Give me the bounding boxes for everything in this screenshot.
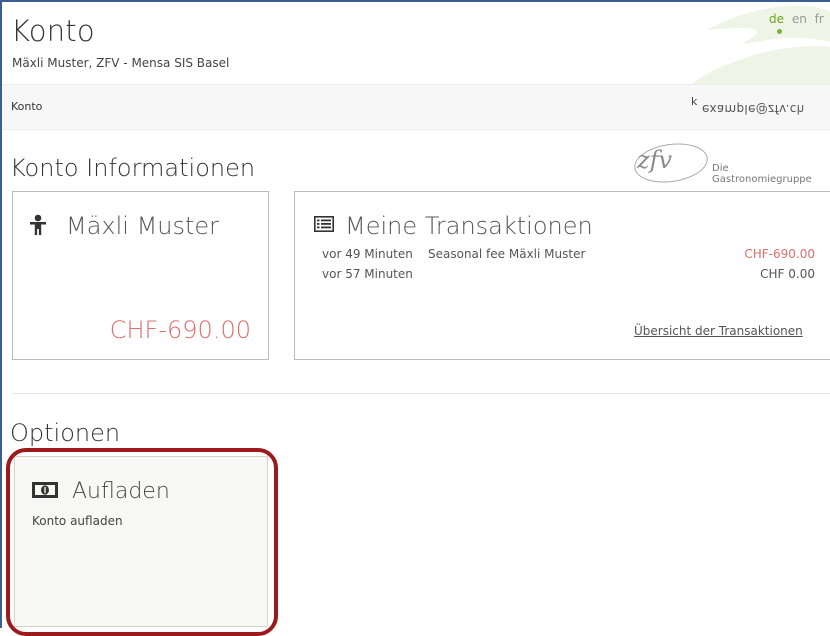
balance-amount: CHF-690.00 (109, 316, 251, 344)
section-divider (12, 393, 830, 394)
decorative-swoosh-logo (692, 5, 830, 84)
transactions-card: Meine Transaktionen vor 49 Minuten Seaso… (294, 191, 830, 360)
page-title: Konto (11, 14, 95, 48)
page-subtitle: Mäxli Muster, ZFV - Mensa SIS Basel (12, 56, 230, 70)
user-menu-prefix[interactable]: k (691, 95, 697, 108)
transaction-time: vor 57 Minuten (322, 267, 413, 281)
person-icon (28, 214, 48, 240)
user-email-mirrored[interactable]: example@zfv.ch (702, 102, 805, 116)
zfv-logo: zfv (637, 146, 673, 174)
account-info-heading: Konto Informationen (10, 154, 256, 182)
options-heading: Optionen (10, 419, 121, 447)
language-switcher: de en fr (769, 12, 828, 26)
user-balance-card: Mäxli Muster CHF-690.00 (12, 191, 269, 360)
list-icon (314, 216, 334, 236)
language-de-link[interactable]: de (769, 12, 784, 26)
language-fr-link[interactable]: fr (815, 12, 824, 26)
transaction-amount: CHF-690.00 (744, 247, 815, 261)
transaction-row: vor 57 Minuten CHF 0.00 (322, 267, 822, 283)
transaction-time: vor 49 Minuten (322, 247, 413, 261)
transaction-amount: CHF 0.00 (760, 267, 815, 281)
transaction-row: vor 49 Minuten Seasonal fee Mäxli Muster… (322, 247, 822, 263)
active-language-dot (777, 29, 782, 34)
user-name: Mäxli Muster (66, 212, 220, 240)
brand-tagline: Die Gastronomiegruppe (712, 163, 812, 185)
highlight-annotation (6, 448, 278, 636)
language-en-link[interactable]: en (792, 12, 807, 26)
transactions-overview-link[interactable]: Übersicht der Transaktionen (634, 324, 803, 338)
page-header: Konto Mäxli Muster, ZFV - Mensa SIS Base… (2, 2, 830, 84)
transaction-description: Seasonal fee Mäxli Muster (428, 247, 586, 261)
transactions-title: Meine Transaktionen (345, 212, 593, 240)
breadcrumb-current[interactable]: Konto (11, 100, 42, 113)
breadcrumb-bar: Konto k example@zfv.ch (2, 84, 830, 130)
